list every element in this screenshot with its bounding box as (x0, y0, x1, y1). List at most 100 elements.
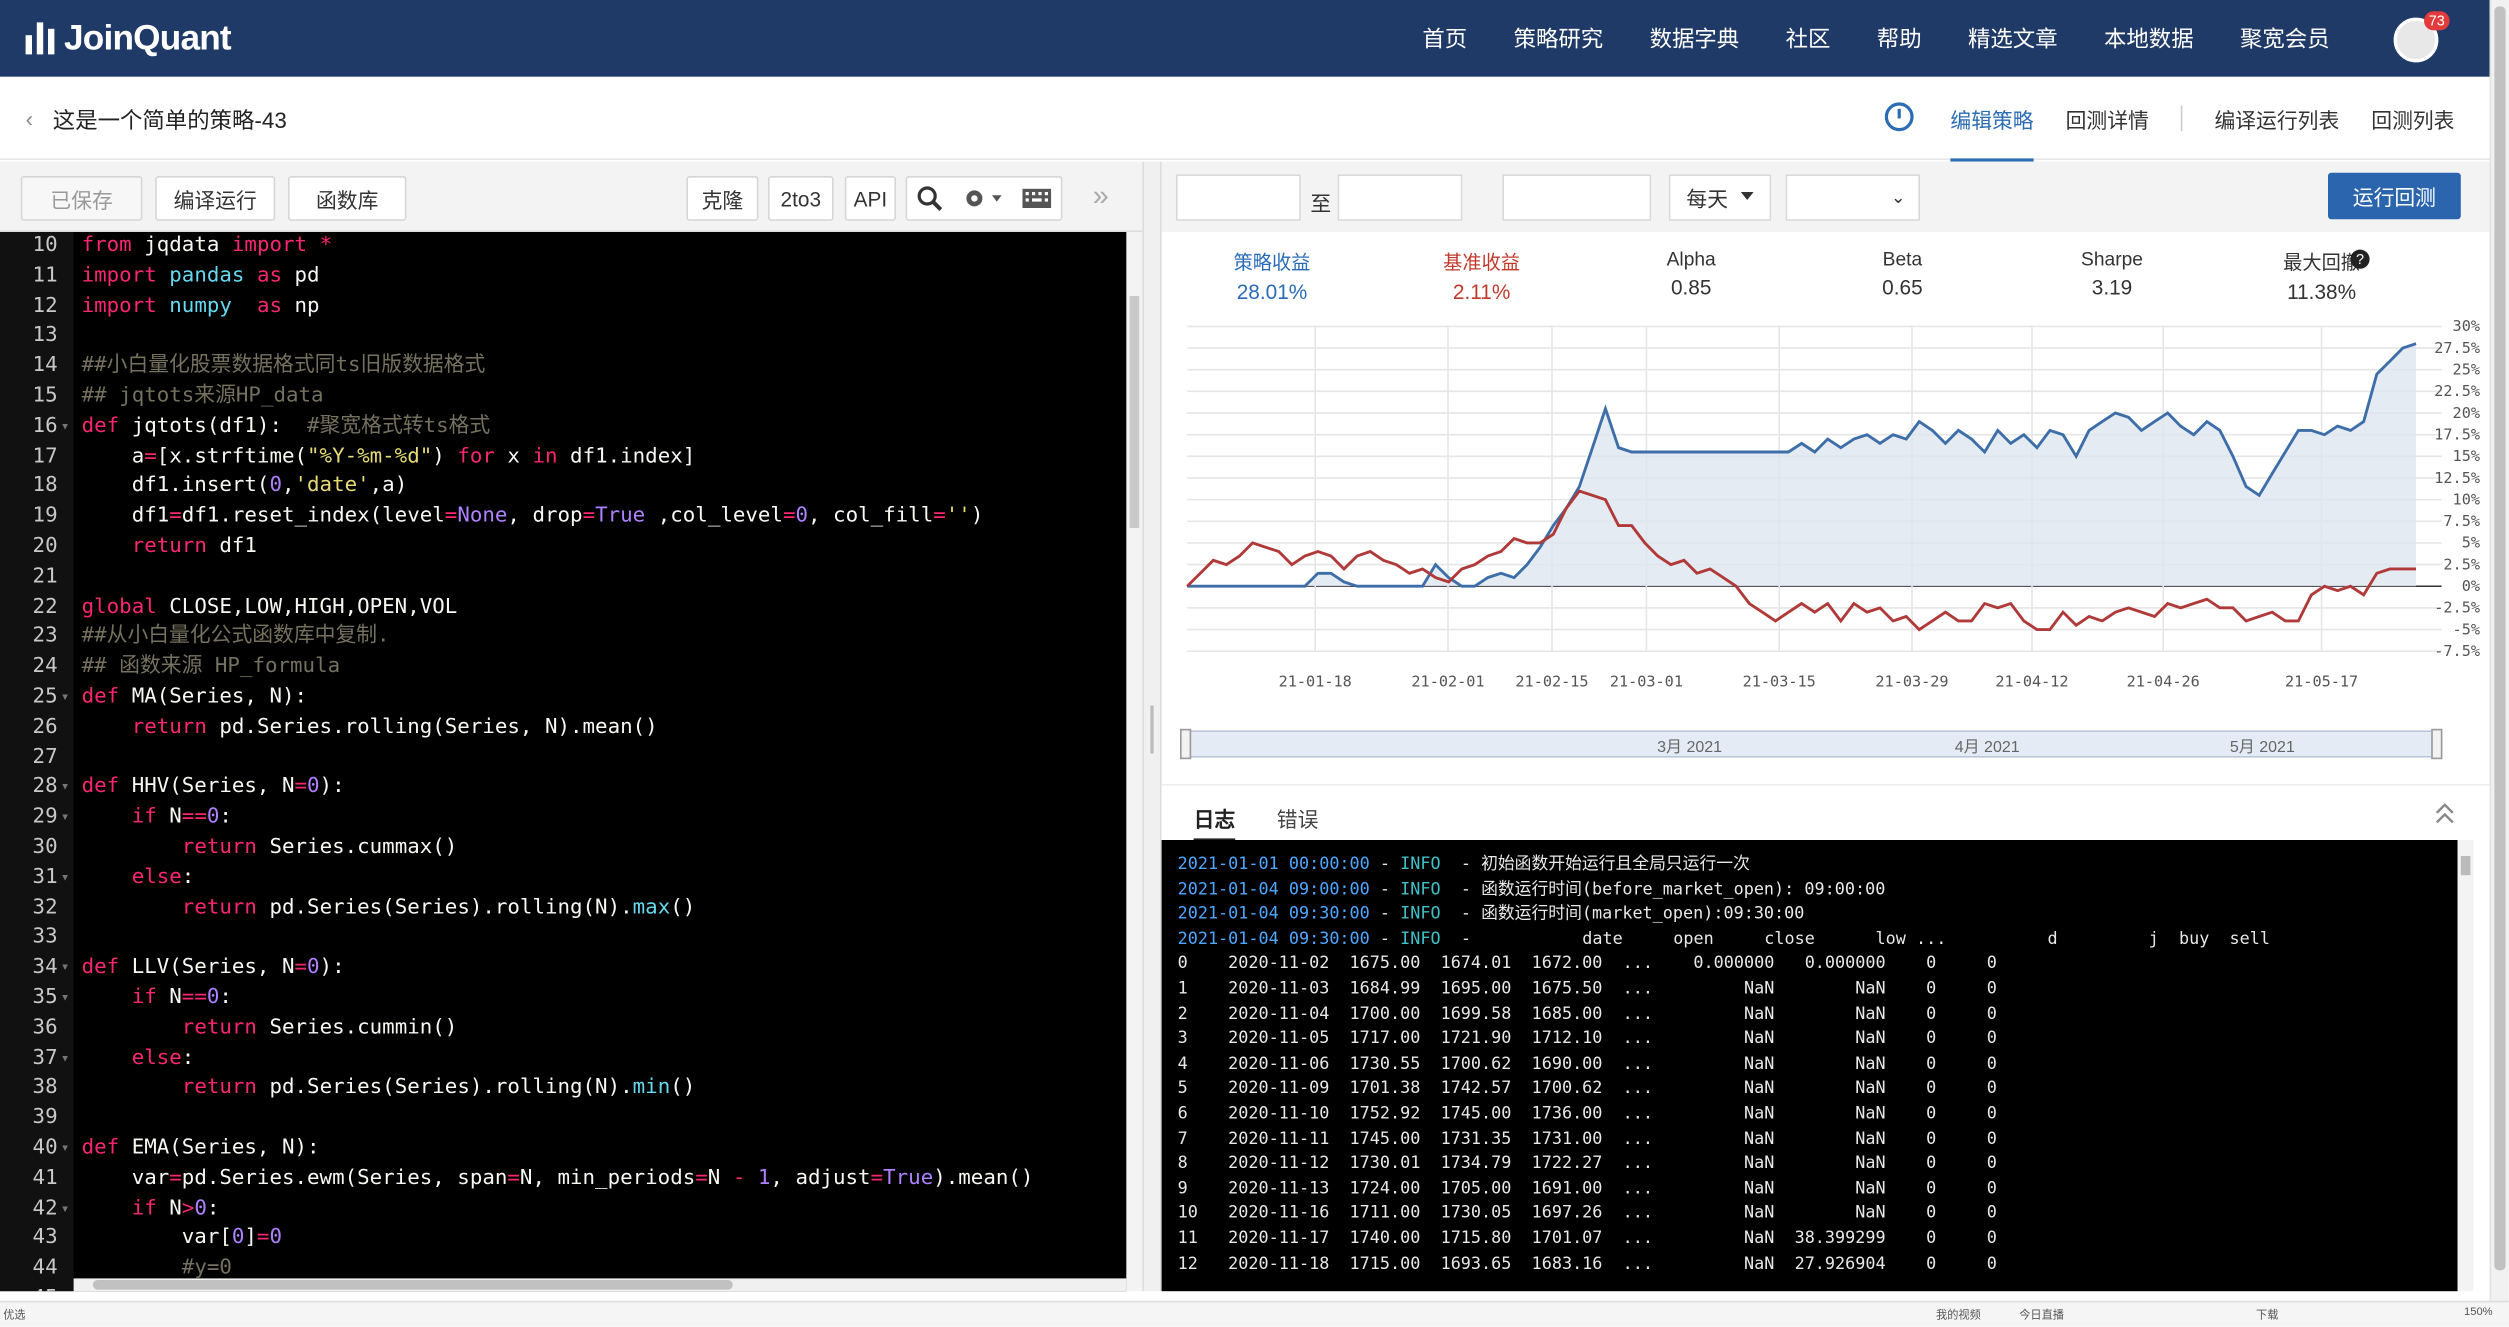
fold-arrow-icon[interactable]: ▾ (61, 1044, 70, 1074)
code-line[interactable]: 39 (0, 1104, 1120, 1134)
code-text[interactable]: df1=df1.reset_index(level=None, drop=Tru… (82, 503, 984, 533)
tab-errors[interactable]: 错误 (1277, 803, 1319, 833)
code-text[interactable]: def jqtots(df1): #聚宽格式转ts格式 (82, 412, 491, 442)
fold-arrow-icon[interactable]: ▾ (61, 864, 70, 894)
editor-vertical-scrollbar[interactable] (1126, 232, 1143, 1292)
status-download[interactable]: 下载 (2256, 1307, 2278, 1323)
code-line[interactable]: 22 global CLOSE,LOW,HIGH,OPEN,VOL (0, 593, 1120, 623)
run-backtest-button[interactable]: 运行回测 (2328, 172, 2461, 220)
code-line[interactable]: 17 a=[x.strftime("%Y-%m-%d") for x in df… (0, 443, 1120, 473)
code-line[interactable]: 41 var=pd.Series.ewm(Series, span=N, min… (0, 1164, 1120, 1194)
nav-item-3[interactable]: 社区 (1786, 22, 1831, 54)
code-line[interactable]: 11 import pandas as pd (0, 262, 1120, 292)
2to3-button[interactable]: 2to3 (768, 176, 834, 221)
code-text[interactable]: ## 函数来源 HP_formula (82, 653, 341, 683)
code-text[interactable]: var[0]=0 (82, 1225, 282, 1255)
collapse-panel-icon[interactable]: » (1093, 179, 1109, 213)
strategy-tab-1[interactable]: 回测详情 (2066, 103, 2149, 133)
code-line[interactable]: 30 return Series.cummax() (0, 834, 1120, 864)
code-line[interactable]: 14 ##小白量化股票数据格式同ts旧版数据格式 (0, 352, 1120, 382)
code-line[interactable]: 31 ▾ else: (0, 864, 1120, 894)
code-text[interactable]: a=[x.strftime("%Y-%m-%d") for x in df1.i… (82, 443, 696, 473)
panel-splitter[interactable] (1142, 161, 1162, 1292)
status-my-videos[interactable]: 我的视频 (1936, 1307, 1981, 1323)
collapse-up-icon[interactable] (2435, 800, 2454, 826)
code-text[interactable]: def EMA(Series, N): (82, 1134, 320, 1164)
code-line[interactable]: 33 (0, 924, 1120, 954)
nav-item-0[interactable]: 首页 (1422, 22, 1467, 54)
api-button[interactable]: API (844, 176, 896, 221)
fold-arrow-icon[interactable]: ▾ (61, 683, 70, 713)
nav-item-7[interactable]: 聚宽会员 (2240, 22, 2330, 54)
code-text[interactable]: return pd.Series(Series).rolling(N).max(… (82, 894, 696, 924)
code-line[interactable]: 20 return df1 (0, 533, 1120, 563)
code-line[interactable]: 12 import numpy as np (0, 292, 1120, 322)
code-line[interactable]: 36 return Series.cummin() (0, 1014, 1120, 1044)
code-text[interactable]: else: (82, 1044, 195, 1074)
code-line[interactable]: 29 ▾ if N==0: (0, 804, 1120, 834)
frequency-select[interactable]: 每天 (1668, 174, 1772, 221)
log-output[interactable]: 2021-01-01 00:00:00 - INFO - 初始函数开始运行且全局… (1161, 840, 2458, 1292)
code-text[interactable]: ##小白量化股票数据格式同ts旧版数据格式 (82, 352, 486, 382)
clone-button[interactable]: 克隆 (686, 176, 759, 221)
code-line[interactable]: 43 var[0]=0 (0, 1225, 1120, 1255)
nav-item-2[interactable]: 数据字典 (1650, 22, 1740, 54)
start-date-input[interactable] (1176, 174, 1301, 221)
code-text[interactable]: return Series.cummax() (82, 834, 458, 864)
code-line[interactable]: 24 ## 函数来源 HP_formula (0, 653, 1120, 683)
code-text[interactable]: def MA(Series, N): (82, 683, 307, 713)
fold-arrow-icon[interactable]: ▾ (61, 412, 70, 442)
tab-log[interactable]: 日志 (1193, 803, 1236, 842)
strategy-tab-3[interactable]: 回测列表 (2371, 103, 2454, 133)
code-text[interactable]: def LLV(Series, N=0): (82, 954, 345, 984)
page-scrollbar[interactable] (2489, 0, 2509, 1327)
splitter-grip[interactable] (1150, 705, 1154, 754)
code-text[interactable]: ## jqtots来源HP_data (82, 382, 324, 412)
code-line[interactable]: 42 ▾ if N>0: (0, 1195, 1120, 1225)
code-line[interactable]: 37 ▾ else: (0, 1044, 1120, 1074)
code-text[interactable]: ##从小白量化公式函数库中复制. (82, 623, 390, 653)
nav-item-6[interactable]: 本地数据 (2104, 22, 2194, 54)
code-text[interactable]: from jqdata import * (82, 232, 333, 262)
compile-run-button[interactable]: 编译运行 (155, 176, 276, 221)
code-text[interactable]: df1.insert(0,'date',a) (82, 473, 408, 503)
code-text[interactable]: return Series.cummin() (82, 1014, 458, 1044)
editor-scroll-thumb[interactable] (1129, 296, 1140, 528)
code-line[interactable]: 38 return pd.Series(Series).rolling(N).m… (0, 1074, 1120, 1104)
fold-arrow-icon[interactable]: ▾ (61, 954, 70, 984)
fold-arrow-icon[interactable]: ▾ (61, 804, 70, 834)
help-icon[interactable]: ? (2350, 249, 2370, 269)
code-line[interactable]: 18 df1.insert(0,'date',a) (0, 473, 1120, 503)
code-editor[interactable]: 10 from jqdata import * 11 import pandas as… (0, 232, 1127, 1292)
code-text[interactable]: else: (82, 864, 195, 894)
code-line[interactable]: 28 ▾ def HHV(Series, N=0): (0, 773, 1120, 803)
version-select[interactable]: ⌄ (1785, 174, 1920, 221)
code-text[interactable]: return df1 (82, 533, 257, 563)
fold-arrow-icon[interactable]: ▾ (61, 1195, 70, 1225)
gear-icon[interactable] (962, 186, 1004, 212)
code-text[interactable]: def HHV(Series, N=0): (82, 773, 345, 803)
strategy-tab-0[interactable]: 编辑策略 (1950, 103, 2034, 161)
code-text[interactable]: return pd.Series.rolling(Series, N).mean… (82, 713, 658, 743)
code-line[interactable]: 21 (0, 563, 1120, 593)
editor-horizontal-scrollbar[interactable] (73, 1278, 1127, 1292)
fold-arrow-icon[interactable]: ▾ (61, 1134, 70, 1164)
code-line[interactable]: 10 from jqdata import * (0, 232, 1120, 262)
nav-item-1[interactable]: 策略研究 (1514, 22, 1604, 54)
code-line[interactable]: 27 (0, 743, 1120, 773)
code-text[interactable]: if N==0: (82, 804, 232, 834)
stopwatch-icon[interactable] (1884, 102, 1914, 132)
capital-input[interactable] (1502, 174, 1652, 221)
code-text[interactable]: import numpy as np (82, 292, 320, 322)
fold-arrow-icon[interactable]: ▾ (61, 984, 70, 1014)
saved-button[interactable]: 已保存 (20, 176, 143, 221)
strategy-tab-2[interactable]: 编译运行列表 (2214, 103, 2339, 133)
log-scroll-thumb[interactable] (2460, 856, 2471, 876)
end-date-input[interactable] (1337, 174, 1463, 221)
code-line[interactable]: 23 ##从小白量化公式函数库中复制. (0, 623, 1120, 653)
nav-item-4[interactable]: 帮助 (1877, 22, 1922, 54)
code-line[interactable]: 35 ▾ if N==0: (0, 984, 1120, 1014)
code-text[interactable]: import pandas as pd (82, 262, 320, 292)
status-live[interactable]: 今日直播 (2019, 1307, 2064, 1323)
code-line[interactable]: 15 ## jqtots来源HP_data (0, 382, 1120, 412)
